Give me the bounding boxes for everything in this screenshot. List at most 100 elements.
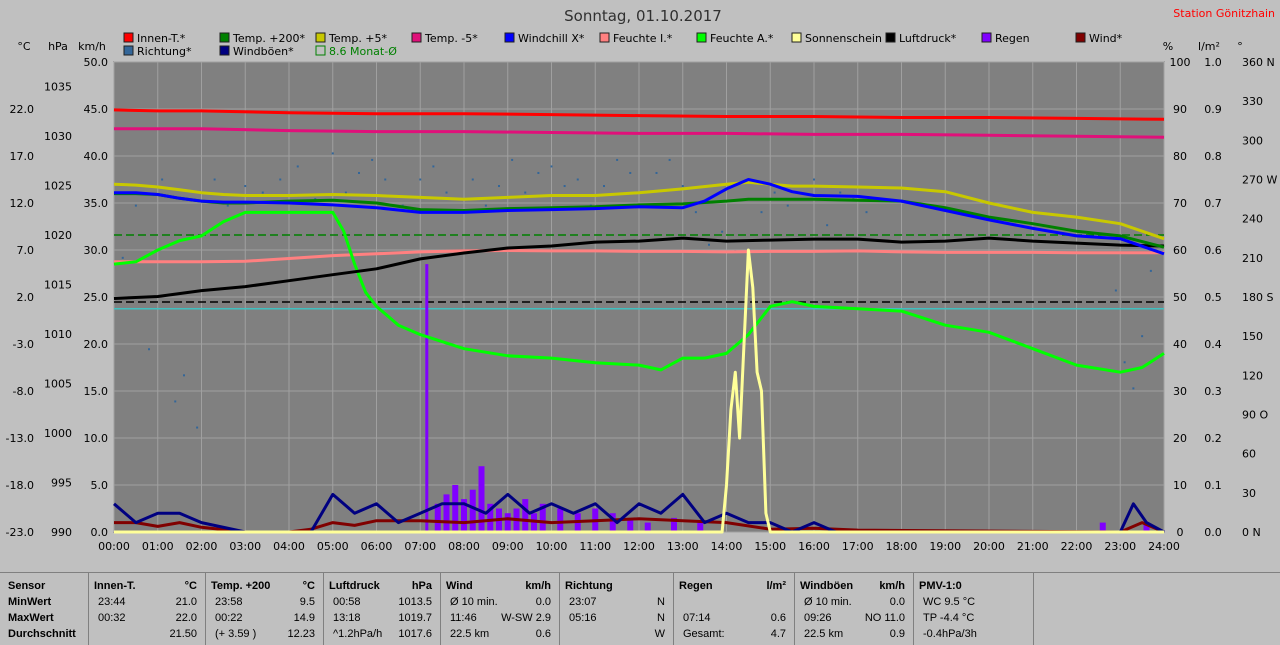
rain-bar-3 <box>452 485 459 532</box>
stats-6-row2-left: 22.5 km <box>804 628 844 640</box>
direction-dot-43 <box>721 230 724 233</box>
tick-kmh-1: 45.0 <box>84 103 109 116</box>
tick-degrees-8: 120 <box>1242 369 1263 382</box>
stats-title-2: Luftdruck <box>329 580 380 592</box>
direction-dot-41 <box>694 211 697 214</box>
stats-row-labels: Sensor MinWert MaxWert Durchschnitt <box>0 573 89 645</box>
stats-2-row1-left: 13:18 <box>333 612 361 624</box>
legend-swatch-4 <box>504 32 515 43</box>
legend-swatch-10 <box>1075 32 1086 43</box>
legend-label-10: Wind* <box>1089 32 1123 45</box>
stats-0-row1-value: 22.0 <box>175 612 197 624</box>
tick-x-2: 02:00 <box>186 540 218 553</box>
tick-kmh-5: 25.0 <box>84 291 109 304</box>
stats-0-row0-left: 23:44 <box>98 596 126 608</box>
legend-label-1: Temp. +200* <box>232 32 306 45</box>
stats-6-row2-value: 0.9 <box>889 628 905 640</box>
legend-label-13: 8.6 Monat-Ø <box>329 45 397 58</box>
stats-1-row1-value: 14.9 <box>293 612 315 624</box>
tick-kmh-9: 5.0 <box>91 479 109 492</box>
stats-unit-3: km/h <box>525 580 551 592</box>
tick-x-10: 10:00 <box>536 540 568 553</box>
tick-percent-5: 50 <box>1173 291 1187 304</box>
stats-2-row0-left: 00:58 <box>333 596 361 608</box>
stats-6-row0-value: 0.0 <box>889 596 905 608</box>
legend-label-5: Feuchte I.* <box>613 32 673 45</box>
tick-percent-3: 70 <box>1173 197 1187 210</box>
legend-label-2: Temp. +5* <box>328 32 388 45</box>
stats-1-row2-value: 12.23 <box>287 628 315 640</box>
direction-dot-59 <box>1149 269 1152 272</box>
tick-celsius-7: -13.0 <box>6 432 34 445</box>
tick-percent-8: 20 <box>1173 432 1187 445</box>
stats-2-row2-value: 1017.6 <box>398 628 432 640</box>
tick-hpa-1: 1030 <box>44 130 72 143</box>
label-minwert: MinWert <box>8 596 52 608</box>
tick-kmh-6: 20.0 <box>84 338 109 351</box>
stats-7-row1-left: TP -4.4 °C <box>923 612 975 624</box>
stats-4-row1-left: 05:16 <box>569 612 597 624</box>
tick-celsius-8: -18.0 <box>6 479 34 492</box>
tick-x-12: 12:00 <box>623 540 655 553</box>
tick-percent-4: 60 <box>1173 244 1187 257</box>
tick-x-13: 13:00 <box>667 540 699 553</box>
direction-dot-31 <box>563 185 566 188</box>
stats-unit-6: km/h <box>879 580 905 592</box>
stats-title-1: Temp. +200 <box>211 580 271 592</box>
direction-dot-22 <box>445 191 448 194</box>
direction-dot-20 <box>419 178 422 181</box>
tick-x-18: 18:00 <box>886 540 918 553</box>
direction-dot-40 <box>681 185 684 188</box>
tick-rain-1: 0.9 <box>1204 103 1222 116</box>
direction-dot-51 <box>826 224 829 227</box>
stats-5-row2-value: 4.7 <box>770 628 786 640</box>
tick-kmh-0: 50.0 <box>84 56 109 69</box>
tick-x-4: 04:00 <box>273 540 305 553</box>
tick-x-17: 17:00 <box>842 540 874 553</box>
tick-kmh-4: 30.0 <box>84 244 109 257</box>
tick-degrees-4: 240 <box>1242 213 1263 226</box>
stats-title-3: Wind <box>446 580 473 592</box>
tick-celsius-2: 12.0 <box>10 197 35 210</box>
legend-swatch-7 <box>791 32 802 43</box>
direction-dot-27 <box>511 158 514 161</box>
tick-x-6: 06:00 <box>361 540 393 553</box>
tick-degrees-1: 330 <box>1242 95 1263 108</box>
direction-dot-11 <box>279 178 282 181</box>
tick-celsius-1: 17.0 <box>10 150 35 163</box>
direction-dot-10 <box>261 191 264 194</box>
stats-3-row2-left: 22.5 km <box>450 628 490 640</box>
stats-4-row1-value: N <box>657 612 665 624</box>
stats-panel: Sensor MinWert MaxWert Durchschnitt Inne… <box>0 572 1280 645</box>
legend-swatch-3 <box>411 32 422 43</box>
legend-swatch-8 <box>885 32 896 43</box>
tick-x-20: 20:00 <box>973 540 1005 553</box>
stats-unit-0: °C <box>184 580 197 592</box>
direction-dot-54 <box>865 211 868 214</box>
stats-section-4: Richtung 23:07 N 05:16 N W <box>559 573 674 645</box>
legend-swatch-2 <box>315 32 326 43</box>
legend-swatch-12 <box>219 45 230 56</box>
tick-hpa-5: 1010 <box>44 328 72 341</box>
direction-dot-5 <box>183 374 185 377</box>
stats-2-row0-value: 1013.5 <box>398 596 432 608</box>
legend-label-12: Windböen* <box>233 45 294 58</box>
direction-dot-26 <box>498 185 500 188</box>
stats-title-4: Richtung <box>565 580 613 592</box>
tick-x-14: 14:00 <box>711 540 743 553</box>
stats-unit-2: hPa <box>411 580 432 592</box>
stats-3-row1-left: 11:46 <box>450 612 477 624</box>
tick-hpa-8: 995 <box>51 477 72 490</box>
legend-swatch-0 <box>123 32 134 43</box>
tick-rain-5: 0.5 <box>1204 291 1222 304</box>
tick-kmh-8: 10.0 <box>84 432 109 445</box>
stats-6-row1-mid: NO 11.0 <box>864 612 905 624</box>
tick-kmh-7: 15.0 <box>84 385 109 398</box>
stats-section-7: PMV-1:0 WC 9.5 °C TP -4.4 °C -0.4hPa/3h <box>913 573 1034 645</box>
x-axis-ticks: 00:00 01:00 02:00 03:00 04:00 05:00 06:00 07:00… <box>98 540 1180 553</box>
tick-rain-3: 0.7 <box>1204 197 1222 210</box>
tick-rain-6: 0.4 <box>1204 338 1222 351</box>
direction-dot-16 <box>358 171 360 174</box>
tick-x-16: 16:00 <box>798 540 830 553</box>
axis-unit-percent: % <box>1163 40 1173 53</box>
